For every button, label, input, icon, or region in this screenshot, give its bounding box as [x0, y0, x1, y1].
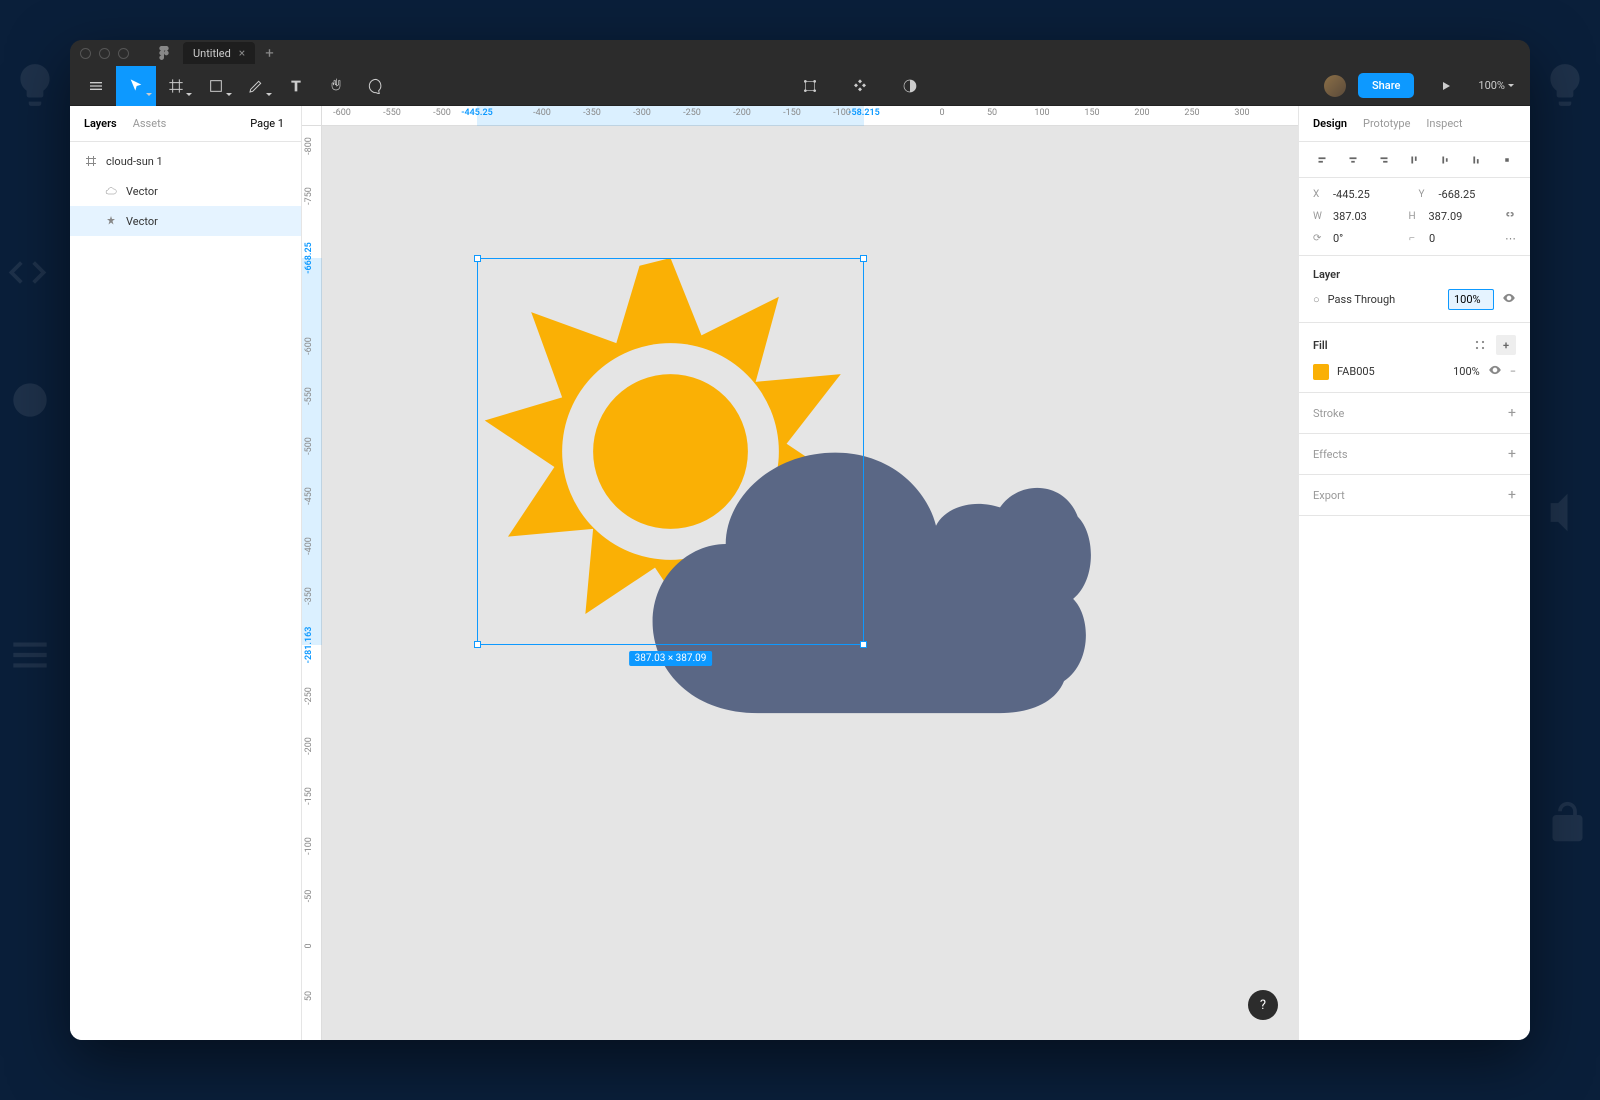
component-icon[interactable] — [840, 66, 880, 106]
visibility-icon[interactable] — [1502, 291, 1516, 308]
maximize-window-icon[interactable] — [118, 48, 129, 59]
assets-tab[interactable]: Assets — [133, 117, 167, 130]
w-value[interactable]: 387.03 — [1333, 210, 1401, 223]
fill-swatch[interactable] — [1313, 364, 1329, 380]
layer-row-vector[interactable]: Vector — [70, 176, 301, 206]
text-tool[interactable] — [276, 66, 316, 106]
comment-tool[interactable] — [356, 66, 396, 106]
cloud-icon — [104, 184, 118, 198]
add-tab-button[interactable]: + — [265, 44, 274, 62]
radius-value[interactable]: 0 — [1429, 232, 1497, 245]
blend-mode-select[interactable]: Pass Through — [1328, 293, 1440, 306]
align-right-icon[interactable] — [1375, 151, 1393, 169]
distribute-icon[interactable] — [1498, 151, 1516, 169]
layer-name: Vector — [126, 215, 158, 228]
user-avatar[interactable] — [1324, 75, 1346, 97]
shape-tool[interactable] — [196, 66, 236, 106]
close-window-icon[interactable] — [80, 48, 91, 59]
zoom-control[interactable]: 100% — [1478, 79, 1514, 92]
resize-handle-bl[interactable] — [474, 641, 481, 648]
fill-opacity[interactable]: 100% — [1453, 365, 1480, 378]
stroke-section[interactable]: Stroke+ — [1299, 393, 1530, 434]
layer-opacity-input[interactable] — [1448, 289, 1494, 310]
fill-section-title: Fill — [1313, 339, 1328, 352]
x-label: X — [1313, 189, 1325, 200]
w-label: W — [1313, 211, 1325, 222]
layer-name: Vector — [126, 185, 158, 198]
blend-icon: ○ — [1313, 293, 1320, 306]
canvas[interactable]: -600 -550 -500 -445.25 -400 -350 -300 -2… — [302, 106, 1298, 1040]
layer-row-frame[interactable]: cloud-sun 1 — [70, 146, 301, 176]
minimize-window-icon[interactable] — [99, 48, 110, 59]
inspect-tab[interactable]: Inspect — [1426, 117, 1462, 130]
effects-section[interactable]: Effects+ — [1299, 434, 1530, 475]
hand-tool[interactable] — [316, 66, 356, 106]
rotation-icon: ⟳ — [1313, 233, 1325, 244]
edit-object-icon[interactable] — [790, 66, 830, 106]
align-left-icon[interactable] — [1313, 151, 1331, 169]
add-fill-icon[interactable]: + — [1496, 335, 1516, 355]
selection-size-badge: 387.03 × 387.09 — [629, 651, 713, 666]
x-value[interactable]: -445.25 — [1333, 188, 1411, 201]
align-center-v-icon[interactable] — [1436, 151, 1454, 169]
h-label: H — [1409, 211, 1421, 222]
align-bottom-icon[interactable] — [1467, 151, 1485, 169]
move-tool[interactable] — [116, 66, 156, 106]
figma-logo-icon — [157, 46, 171, 60]
menu-button[interactable] — [76, 66, 116, 106]
radius-icon: ⌐ — [1409, 233, 1421, 244]
fill-hex[interactable]: FAB005 — [1337, 365, 1445, 378]
resize-handle-tr[interactable] — [860, 255, 867, 262]
remove-fill-icon[interactable]: − — [1510, 365, 1516, 378]
present-button[interactable] — [1426, 66, 1466, 106]
fill-visibility-icon[interactable] — [1488, 363, 1502, 380]
document-tab[interactable]: Untitled × — [183, 42, 255, 64]
share-button[interactable]: Share — [1358, 73, 1414, 98]
prototype-tab[interactable]: Prototype — [1363, 117, 1410, 130]
layers-panel: Layers Assets Page 1 cloud-sun 1 Vector … — [70, 106, 302, 1040]
layer-row-vector-selected[interactable]: Vector — [70, 206, 301, 236]
window-controls[interactable] — [80, 48, 129, 59]
fill-style-icon[interactable] — [1470, 335, 1490, 355]
frame-icon — [84, 154, 98, 168]
vector-icon — [104, 214, 118, 228]
y-label: Y — [1419, 189, 1431, 200]
titlebar: Untitled × + — [70, 40, 1530, 66]
horizontal-ruler: -600 -550 -500 -445.25 -400 -350 -300 -2… — [322, 106, 1298, 126]
toolbar: Share 100% — [70, 66, 1530, 106]
mask-icon[interactable] — [890, 66, 930, 106]
layers-tab[interactable]: Layers — [84, 117, 117, 130]
help-button[interactable]: ? — [1248, 990, 1278, 1020]
app-window: Untitled × + Share 100% Layers Asset — [70, 40, 1530, 1040]
layer-name: cloud-sun 1 — [106, 155, 163, 168]
tab-title: Untitled — [193, 47, 231, 60]
more-icon[interactable]: ⋯ — [1505, 232, 1516, 245]
close-tab-icon[interactable]: × — [239, 46, 245, 60]
y-value[interactable]: -668.25 — [1439, 188, 1517, 201]
align-center-h-icon[interactable] — [1344, 151, 1362, 169]
export-section[interactable]: Export+ — [1299, 475, 1530, 516]
align-top-icon[interactable] — [1405, 151, 1423, 169]
pen-tool[interactable] — [236, 66, 276, 106]
design-tab[interactable]: Design — [1313, 117, 1347, 130]
constrain-icon[interactable] — [1504, 209, 1516, 224]
selection-box[interactable]: 387.03 × 387.09 — [477, 258, 864, 645]
page-selector[interactable]: Page 1 — [250, 117, 287, 130]
layer-section-title: Layer — [1299, 256, 1530, 289]
vertical-ruler: -800 -750 -668.25 -600 -550 -500 -450 -4… — [302, 126, 322, 1040]
design-panel: Design Prototype Inspect X -445.25 Y -66… — [1298, 106, 1530, 1040]
resize-handle-tl[interactable] — [474, 255, 481, 262]
ruler-corner — [302, 106, 322, 126]
resize-handle-br[interactable] — [860, 641, 867, 648]
rotation-value[interactable]: 0° — [1333, 232, 1401, 245]
frame-tool[interactable] — [156, 66, 196, 106]
zoom-value: 100% — [1478, 79, 1505, 92]
h-value[interactable]: 387.09 — [1429, 210, 1497, 223]
